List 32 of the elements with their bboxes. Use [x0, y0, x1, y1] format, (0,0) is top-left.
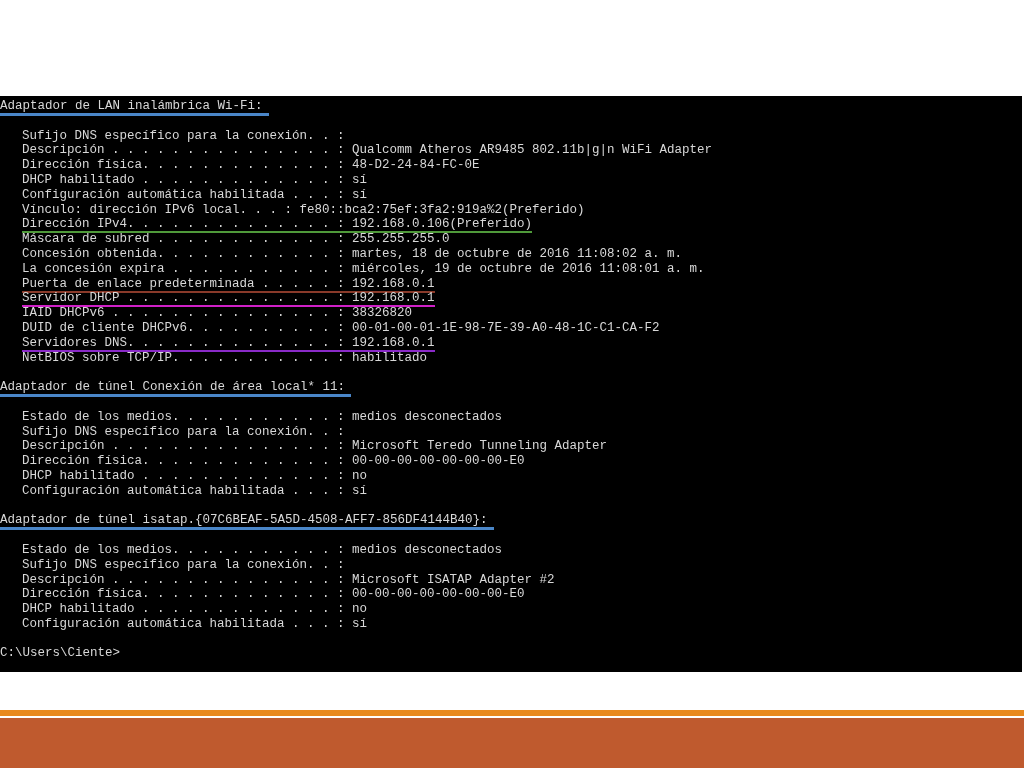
- console-line: Configuración automática habilitada . . . : sí: [22, 483, 368, 499]
- console-line: DUID de cliente DHCPv6. . . . . . . . . . : 00-01-00-01-1E-98-7E-39-A0-48-1C-C1-CA-F2: [22, 320, 660, 336]
- console-line: Vínculo: dirección IPv6 local. . . : fe80::bca2:75ef:3fa2:919a%2(Preferido): [22, 202, 585, 218]
- console-line: Estado de los medios. . . . . . . . . . . : medios desconectados: [22, 409, 503, 425]
- console-line: Puerta de enlace predeterminada . . . . . : 192.168.0.1: [22, 276, 435, 293]
- console-line: Descripción . . . . . . . . . . . . . . . : Microsoft Teredo Tunneling Adapter: [22, 439, 608, 455]
- console-line: Dirección física. . . . . . . . . . . . . : 00-00-00-00-00-00-00-E0: [22, 587, 525, 603]
- console-line: IAID DHCPv6 . . . . . . . . . . . . . . . : 38326820: [22, 306, 413, 321]
- console-line: Descripción . . . . . . . . . . . . . . . : Microsoft ISATAP Adapter #2: [22, 572, 555, 588]
- console-line: Máscara de subred . . . . . . . . . . . . : 255.255.255.0: [22, 232, 450, 247]
- console-line: Configuración automática habilitada . . . : sí: [22, 616, 368, 632]
- adapter-header: Adaptador de túnel Conexión de área local* 11:: [0, 380, 352, 398]
- console-line: Descripción . . . . . . . . . . . . . . . : Qualcomm Atheros AR9485 802.11b|g|n WiFi Adapter: [22, 143, 713, 159]
- console-line: Servidor DHCP . . . . . . . . . . . . . . : 192.168.0.1: [22, 291, 435, 308]
- console-line: La concesión expira . . . . . . . . . . . : miércoles, 19 de octubre de 2016 11:08:01 a. m.: [22, 261, 705, 277]
- adapter-header: Adaptador de LAN inalámbrica Wi-Fi:: [0, 99, 269, 116]
- console-line: Servidores DNS. . . . . . . . . . . . . . : 192.168.0.1: [22, 335, 435, 352]
- console-line: Configuración automática habilitada . . . : sí: [22, 187, 368, 203]
- console-line: Sufijo DNS específico para la conexión. . :: [22, 424, 345, 440]
- console-line: Dirección física. . . . . . . . . . . . . : 00-00-00-00-00-00-00-E0: [22, 454, 525, 469]
- adapter-header: Adaptador de túnel isatap.{07C6BEAF-5A5D-4508-AFF7-856DF4144B40}:: [0, 513, 494, 531]
- console-line: DHCP habilitado . . . . . . . . . . . . . : no: [22, 602, 368, 617]
- console-line: Estado de los medios. . . . . . . . . . . : medios desconectados: [22, 542, 503, 558]
- console-line: Dirección física. . . . . . . . . . . . . : 48-D2-24-84-FC-0E: [22, 158, 480, 173]
- console-line: Sufijo DNS específico para la conexión. . :: [22, 557, 345, 573]
- console-line: DHCP habilitado . . . . . . . . . . . . . : no: [22, 468, 368, 484]
- console-line: DHCP habilitado . . . . . . . . . . . . . : sí: [22, 173, 368, 188]
- console-line: NetBIOS sobre TCP/IP. . . . . . . . . . . : habilitado: [22, 350, 428, 366]
- command-prompt: C:\Users\Ciente>: [0, 646, 121, 662]
- console-line: Concesión obtenida. . . . . . . . . . . . : martes, 18 de octubre de 2016 11:08:02 a. m.: [22, 246, 683, 262]
- console-line: Sufijo DNS específico para la conexión. . :: [22, 128, 345, 144]
- console-line: Dirección IPv4. . . . . . . . . . . . . . : 192.168.0.106(Preferido): [22, 217, 533, 234]
